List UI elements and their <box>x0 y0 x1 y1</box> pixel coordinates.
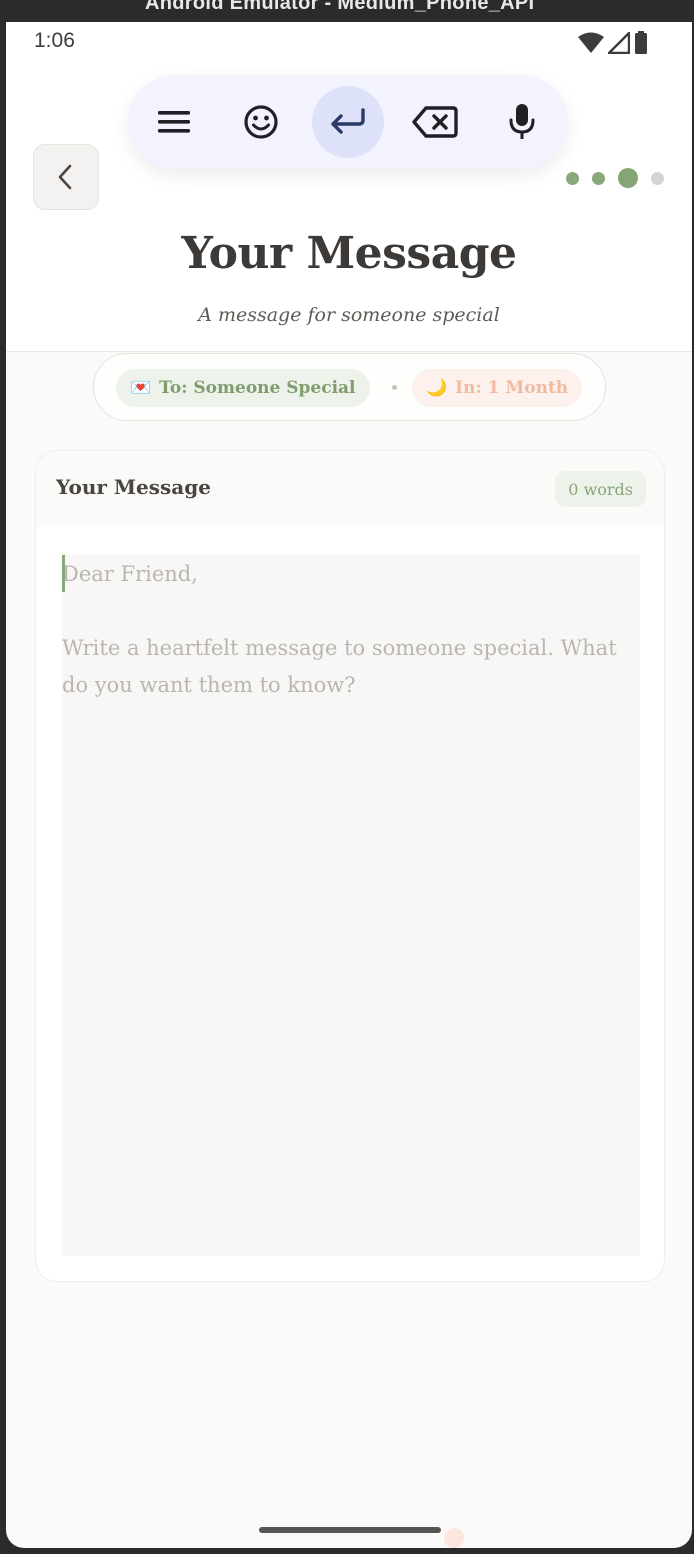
decorative-blob <box>444 1528 464 1548</box>
progress-dot-3-current <box>618 168 638 188</box>
message-card-header: Your Message 0 words <box>36 451 664 527</box>
keyboard-microphone-button[interactable] <box>486 86 558 158</box>
recipient-chip-label: To: Someone Special <box>159 378 356 398</box>
backspace-icon <box>412 106 458 138</box>
phone-screen: 1:06 Your Message A message for someone … <box>6 22 692 1548</box>
delivery-time-chip[interactable]: 🌙 In: 1 Month <box>412 369 583 407</box>
recipient-chip[interactable]: 💌 To: Someone Special <box>116 369 370 407</box>
emulator-title: Android Emulator - Medium_Phone_API <box>145 0 535 14</box>
page-subtitle: A message for someone special <box>198 304 500 326</box>
delivery-time-chip-label: In: 1 Month <box>455 378 569 398</box>
battery-icon <box>635 31 647 54</box>
keyboard-menu-button[interactable] <box>138 86 210 158</box>
gesture-nav-handle[interactable] <box>259 1527 441 1533</box>
status-bar: 1:06 <box>6 22 692 64</box>
keyboard-backspace-button[interactable] <box>399 86 471 158</box>
menu-icon <box>158 111 190 133</box>
chevron-left-icon <box>58 164 72 190</box>
microphone-icon <box>509 104 535 139</box>
message-card: Your Message 0 words <box>35 450 665 1282</box>
keyboard-emoji-button[interactable] <box>225 86 297 158</box>
message-meta-chips: 💌 To: Someone Special 🌙 In: 1 Month <box>93 353 606 421</box>
word-count-badge: 0 words <box>555 471 646 507</box>
enter-icon <box>331 108 365 134</box>
page-title: Your Message <box>181 228 517 279</box>
back-button[interactable] <box>33 144 99 210</box>
keyboard-toolbar <box>128 75 568 169</box>
wifi-icon <box>578 32 604 53</box>
signal-icon <box>608 31 630 54</box>
progress-dot-4 <box>651 171 664 185</box>
chip-separator <box>392 385 397 390</box>
progress-indicator <box>566 168 664 188</box>
message-textarea[interactable] <box>62 554 640 1256</box>
text-cursor <box>62 555 65 592</box>
status-time: 1:06 <box>34 29 75 52</box>
emulator-titlebar: Android Emulator - Medium_Phone_API <box>0 0 694 22</box>
progress-dot-1 <box>566 171 579 185</box>
status-icons <box>578 31 648 54</box>
love-letter-emoji-icon: 💌 <box>130 378 152 398</box>
message-card-title: Your Message <box>56 475 211 499</box>
keyboard-enter-button[interactable] <box>312 86 384 158</box>
moon-emoji-icon: 🌙 <box>426 378 448 398</box>
progress-dot-2 <box>592 171 605 185</box>
emoji-icon <box>244 105 278 139</box>
